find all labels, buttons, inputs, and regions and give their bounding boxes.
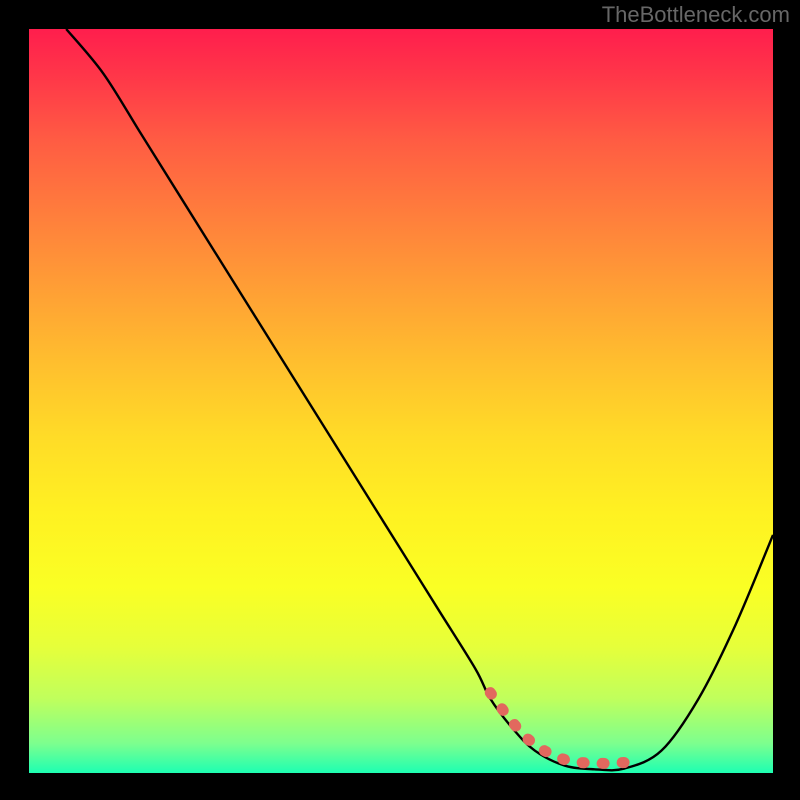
bottleneck-curve <box>29 29 773 773</box>
optimal-region-marker <box>490 693 624 764</box>
plot-area <box>29 29 773 773</box>
curve-path <box>66 29 773 770</box>
attribution-text: TheBottleneck.com <box>602 2 790 28</box>
